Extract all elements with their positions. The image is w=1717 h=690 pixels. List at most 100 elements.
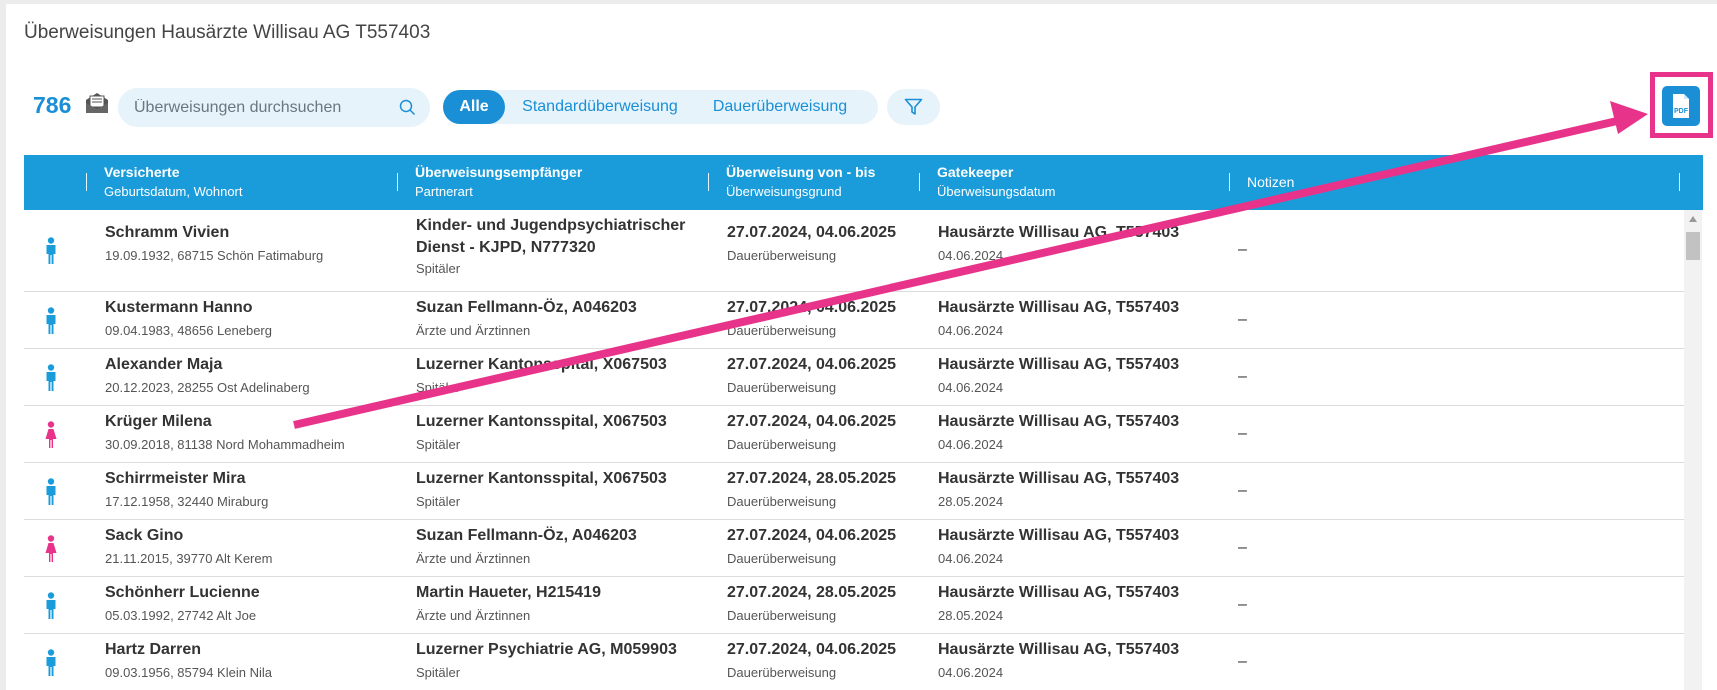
cell-recipient: Luzerner Kantonsspital, X067503 Spitäler <box>416 413 686 452</box>
header-insured[interactable]: Versicherte Geburtsdatum, Wohnort <box>104 164 243 199</box>
cell-gatekeeper: Hausärzte Willisau AG, T557403 04.06.2024 <box>938 356 1228 395</box>
cell-insured: Krüger Milena 30.09.2018, 81138 Nord Moha… <box>105 413 395 452</box>
cell-insured: Hartz Darren 09.03.1956, 85794 Klein Nila <box>105 641 395 680</box>
cell-recipient: Luzerner Kantonsspital, X067503 Spitäler <box>416 356 686 395</box>
header-recipient-title: Überweisungsempfänger <box>415 164 583 180</box>
cell-recipient-main: Martin Haueter, H215419 <box>416 584 601 601</box>
cell-gatekeeper-sub: 04.06.2024 <box>938 665 1004 680</box>
cell-insured-sub: 20.12.2023, 28255 Ost Adelinaberg <box>105 380 310 395</box>
cell-recipient: Suzan Fellmann-Öz, A046203 Ärzte und Ärzt… <box>416 527 686 566</box>
cell-insured-sub: 09.04.1983, 48656 Leneberg <box>105 323 272 338</box>
cell-insured-sub: 17.12.1958, 32440 Miraburg <box>105 494 269 509</box>
cell-gatekeeper-sub: 04.06.2024 <box>938 437 1004 452</box>
scroll-up-arrow-icon[interactable] <box>1689 216 1697 222</box>
header-gatekeeper-title: Gatekeeper <box>937 164 1014 180</box>
cell-insured-main: Schramm Vivien <box>105 224 230 241</box>
cell-recipient-sub: Ärzte und Ärztinnen <box>416 323 531 338</box>
table-header: Versicherte Geburtsdatum, Wohnort Überwe… <box>24 155 1703 210</box>
cell-notes: – <box>1238 482 1247 499</box>
cell-gatekeeper-sub: 04.06.2024 <box>938 551 1004 566</box>
header-separator <box>1679 173 1680 191</box>
header-notes-title: Notizen <box>1247 174 1295 190</box>
cell-gatekeeper: Hausärzte Willisau AG, T557403 04.06.2024 <box>938 299 1228 338</box>
header-period[interactable]: Überweisung von - bis Überweisungsgrund <box>726 164 875 199</box>
page-title: Überweisungen Hausärzte Willisau AG T557… <box>24 22 431 43</box>
header-period-title: Überweisung von - bis <box>726 164 876 180</box>
cell-recipient: Luzerner Psychiatrie AG, M059903 Spitäler <box>416 641 686 680</box>
cell-recipient-main: Luzerner Psychiatrie AG, M059903 <box>416 641 677 658</box>
table-row[interactable]: Hartz Darren 09.03.1956, 85794 Klein Nila… <box>24 634 1684 690</box>
table-body: Schramm Vivien 19.09.1932, 68715 Schön Fa… <box>24 210 1684 690</box>
male-person-icon <box>46 237 56 264</box>
header-period-subtitle: Überweisungsgrund <box>726 184 842 199</box>
cell-recipient-main: Luzerner Kantonsspital, X067503 <box>416 413 667 430</box>
header-notes[interactable]: Notizen <box>1247 174 1294 190</box>
cell-recipient-main: Luzerner Kantonsspital, X067503 <box>416 470 667 487</box>
cell-recipient-sub: Ärzte und Ärztinnen <box>416 551 531 566</box>
male-person-icon <box>46 592 56 619</box>
cell-gatekeeper-main: Hausärzte Willisau AG, T557403 <box>938 299 1180 316</box>
cell-recipient-sub: Spitäler <box>416 437 461 452</box>
cell-gatekeeper-main: Hausärzte Willisau AG, T557403 <box>938 224 1180 241</box>
cell-notes: – <box>1238 539 1247 556</box>
cell-gatekeeper: Hausärzte Willisau AG, T557403 04.06.2024 <box>938 641 1228 680</box>
cell-insured-sub: 30.09.2018, 81138 Nord Mohammadheim <box>105 437 345 452</box>
cell-recipient-sub: Ärzte und Ärztinnen <box>416 608 531 623</box>
cell-gatekeeper: Hausärzte Willisau AG, T557403 04.06.2024 <box>938 224 1228 263</box>
cell-gatekeeper-sub: 28.05.2024 <box>938 494 1004 509</box>
cell-gatekeeper-sub: 04.06.2024 <box>938 248 1004 263</box>
header-separator <box>397 173 398 191</box>
filter-icon <box>904 98 923 115</box>
envelope-icon <box>86 93 108 113</box>
scroll-thumb[interactable] <box>1686 232 1700 260</box>
cell-notes: – <box>1238 241 1247 258</box>
cell-notes: – <box>1238 311 1247 328</box>
table-row[interactable]: Sack Gino 21.11.2015, 39770 Alt Kerem Suza… <box>24 520 1684 577</box>
search-icon[interactable] <box>399 99 416 116</box>
table-row[interactable]: Kustermann Hanno 09.04.1983, 48656 Lenebe… <box>24 292 1684 349</box>
cell-gatekeeper-main: Hausärzte Willisau AG, T557403 <box>938 584 1180 601</box>
filter-button[interactable] <box>887 89 940 125</box>
table-row[interactable]: Alexander Maja 20.12.2023, 28255 Ost Adel… <box>24 349 1684 406</box>
annotation-highlight-box <box>1650 72 1713 138</box>
header-separator <box>86 173 87 191</box>
cell-insured-main: Hartz Darren <box>105 641 202 658</box>
segment-permanent[interactable]: Dauerüberweisung <box>695 90 865 124</box>
cell-recipient-main: Suzan Fellmann-Öz, A046203 <box>416 527 637 544</box>
table-row[interactable]: Schramm Vivien 19.09.1932, 68715 Schön Fa… <box>24 210 1684 292</box>
cell-insured: Schramm Vivien 19.09.1932, 68715 Schön Fa… <box>105 224 395 263</box>
cell-insured: Alexander Maja 20.12.2023, 28255 Ost Adel… <box>105 356 395 395</box>
cell-recipient: Martin Haueter, H215419 Ärzte und Ärztinn… <box>416 584 686 623</box>
header-insured-subtitle: Geburtsdatum, Wohnort <box>104 184 243 199</box>
segment-all[interactable]: Alle <box>443 90 505 124</box>
segment-standard[interactable]: Standardüberweisung <box>515 90 685 124</box>
cell-gatekeeper-sub: 28.05.2024 <box>938 608 1004 623</box>
cell-insured-main: Krüger Milena <box>105 413 212 430</box>
cell-gatekeeper-main: Hausärzte Willisau AG, T557403 <box>938 527 1180 544</box>
search-input[interactable] <box>134 88 394 127</box>
male-person-icon <box>46 478 56 505</box>
cell-recipient-main: Kinder- und Jugendpsychiatrischer Dienst… <box>416 217 686 256</box>
header-separator <box>1229 173 1230 191</box>
header-recipient-subtitle: Partnerart <box>415 184 473 199</box>
header-recipient[interactable]: Überweisungsempfänger Partnerart <box>415 164 582 199</box>
cell-insured-sub: 09.03.1956, 85794 Klein Nila <box>105 665 272 680</box>
table-row[interactable]: Schirrmeister Mira 17.12.1958, 32440 Mira… <box>24 463 1684 520</box>
vertical-scrollbar[interactable] <box>1684 210 1702 690</box>
table-row[interactable]: Krüger Milena 30.09.2018, 81138 Nord Moha… <box>24 406 1684 463</box>
cell-recipient-sub: Spitäler <box>416 665 461 680</box>
referral-type-filter: Alle Standardüberweisung Dauerüberweisun… <box>443 90 878 124</box>
cell-gatekeeper-main: Hausärzte Willisau AG, T557403 <box>938 470 1180 487</box>
search-box <box>118 88 430 127</box>
cell-recipient-sub: Spitäler <box>416 261 461 276</box>
header-gatekeeper[interactable]: Gatekeeper Überweisungsdatum <box>937 164 1056 199</box>
cell-insured-sub: 05.03.1992, 27742 Alt Joe <box>105 608 257 623</box>
referral-count: 786 <box>33 92 72 118</box>
cell-gatekeeper: Hausärzte Willisau AG, T557403 28.05.2024 <box>938 584 1228 623</box>
cell-notes: – <box>1238 653 1247 670</box>
table-row[interactable]: Schönherr Lucienne 05.03.1992, 27742 Alt … <box>24 577 1684 634</box>
cell-insured: Kustermann Hanno 09.04.1983, 48656 Lenebe… <box>105 299 395 338</box>
cell-recipient: Kinder- und Jugendpsychiatrischer Dienst… <box>416 215 686 276</box>
cell-gatekeeper: Hausärzte Willisau AG, T557403 28.05.2024 <box>938 470 1228 509</box>
cell-gatekeeper-main: Hausärzte Willisau AG, T557403 <box>938 413 1180 430</box>
